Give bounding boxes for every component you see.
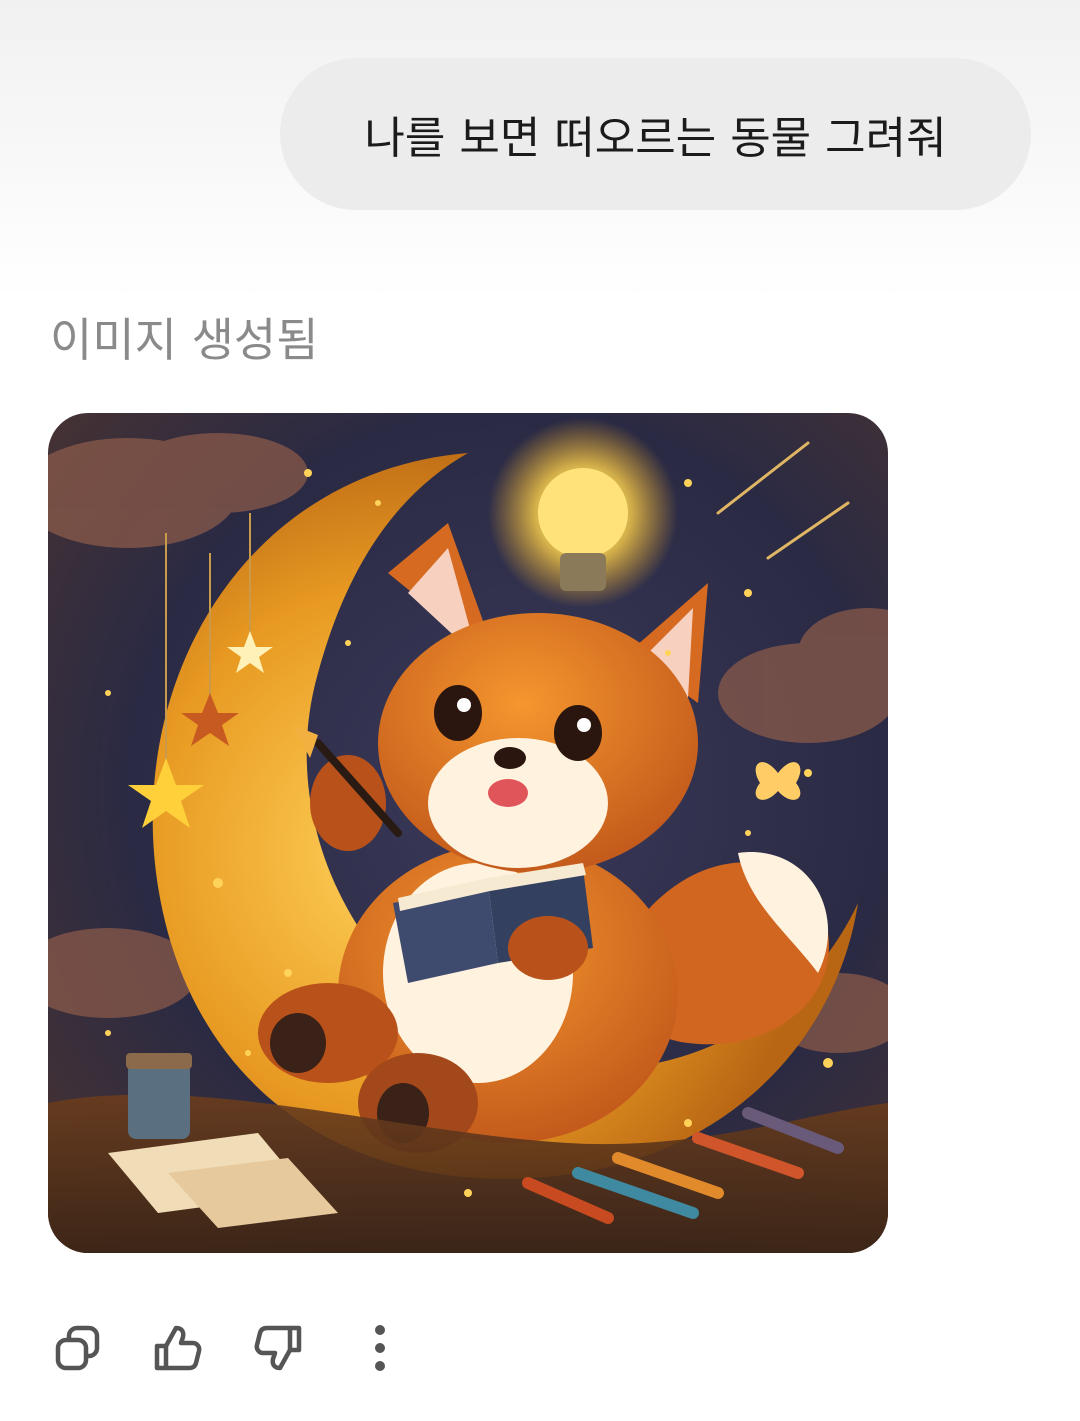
more-options-button[interactable] [350, 1318, 410, 1378]
copy-button[interactable] [48, 1318, 108, 1378]
thumbs-down-button[interactable] [248, 1318, 308, 1378]
user-message-bubble: 나를 보면 떠오르는 동물 그려줘 [280, 58, 1031, 210]
generated-image[interactable] [48, 413, 888, 1253]
thumbs-up-button[interactable] [148, 1318, 208, 1378]
thumbs-down-icon [254, 1325, 302, 1371]
more-vertical-icon [375, 1325, 385, 1371]
copy-icon [55, 1325, 100, 1371]
fox-illustration [48, 413, 888, 1253]
chat-screen: 나를 보면 떠오르는 동물 그려줘 이미지 생성됨 [0, 0, 1080, 1421]
user-message-text: 나를 보면 떠오르는 동물 그려줘 [364, 113, 947, 164]
thumbs-up-icon [154, 1325, 202, 1371]
image-generated-label: 이미지 생성됨 [50, 313, 319, 367]
message-actions [48, 1318, 448, 1378]
